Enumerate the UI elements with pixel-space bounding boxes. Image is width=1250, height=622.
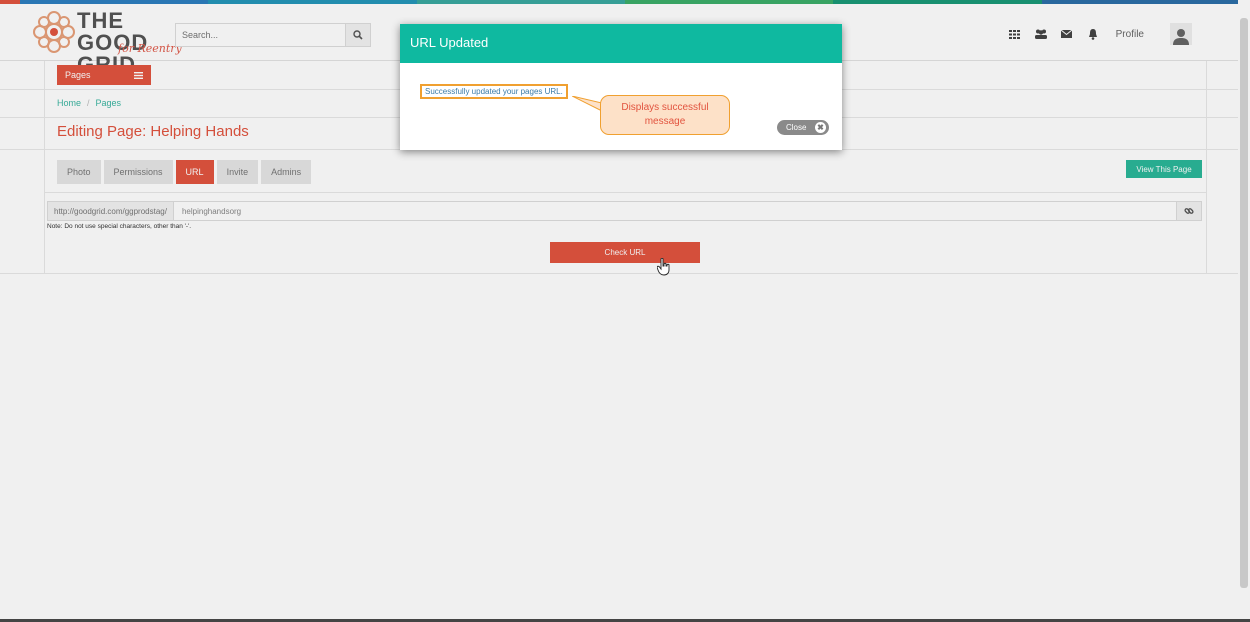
annotation-callout: Displays successful message — [600, 95, 730, 135]
scrollbar-thumb[interactable] — [1240, 18, 1248, 588]
success-message: Successfully updated your pages URL. — [420, 84, 568, 99]
modal-header: URL Updated — [400, 24, 842, 63]
modal-title: URL Updated — [410, 35, 489, 50]
hand-cursor-icon — [657, 258, 670, 276]
url-updated-modal: URL Updated Successfully updated your pa… — [400, 24, 842, 150]
scrollbar[interactable] — [1238, 0, 1250, 622]
close-icon: ✖ — [815, 122, 826, 133]
close-button[interactable]: Close ✖ — [777, 120, 829, 135]
close-label: Close — [786, 123, 807, 132]
